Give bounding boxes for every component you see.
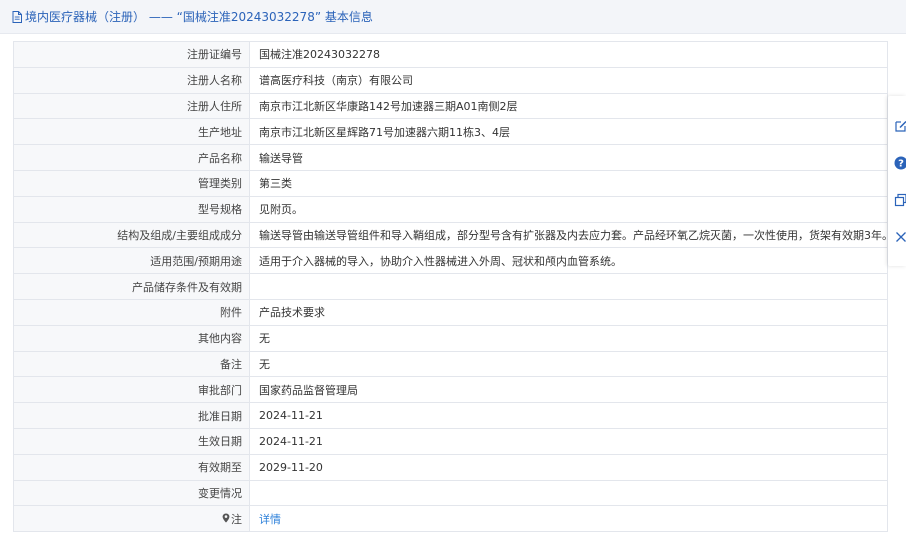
field-label: 批准日期 xyxy=(13,402,250,429)
field-label: 变更情况 xyxy=(13,479,250,507)
table-row: 批准日期 2024-11-21 xyxy=(13,402,888,429)
note-label-cell: 注 xyxy=(13,505,250,533)
field-label: 注册人住所 xyxy=(13,92,250,120)
note-row: 注 详情 xyxy=(13,505,888,533)
table-row: 其他内容 无 xyxy=(13,324,888,352)
field-value: 国家药品监督管理局 xyxy=(249,376,888,404)
field-value: 南京市江北新区华康路142号加速器三期A01南侧2层 xyxy=(249,92,888,120)
field-label: 生产地址 xyxy=(13,118,250,146)
field-label: 有效期至 xyxy=(13,453,250,481)
field-label: 审批部门 xyxy=(13,376,250,404)
help-icon[interactable]: ? xyxy=(894,156,906,170)
field-value: 适用于介入器械的导入，协助介入性器械进入外周、冠状和颅内血管系统。 xyxy=(249,247,888,275)
field-value: 2029-11-20 xyxy=(249,453,888,481)
field-label: 型号规格 xyxy=(13,195,250,223)
field-value: 无 xyxy=(249,350,888,378)
field-value: 第三类 xyxy=(249,169,888,197)
field-value xyxy=(249,273,888,300)
table-row: 审批部门 国家药品监督管理局 xyxy=(13,376,888,404)
field-value: 2024-11-21 xyxy=(249,427,888,455)
field-label: 适用范围/预期用途 xyxy=(13,247,250,275)
field-label: 产品储存条件及有效期 xyxy=(13,273,250,300)
table-row: 管理类别 第三类 xyxy=(13,169,888,197)
field-label: 附件 xyxy=(13,298,250,326)
registration-info-table: 注册证编号 国械注准20243032278 注册人名称 谱高医疗科技（南京）有限… xyxy=(13,41,888,533)
field-value: 2024-11-21 xyxy=(249,402,888,429)
field-value: 无 xyxy=(249,324,888,352)
table-row: 产品储存条件及有效期 xyxy=(13,273,888,300)
field-label: 结构及组成/主要组成成分 xyxy=(13,221,250,249)
field-label: 生效日期 xyxy=(13,427,250,455)
field-value xyxy=(249,479,888,507)
field-label: 其他内容 xyxy=(13,324,250,352)
table-row: 适用范围/预期用途 适用于介入器械的导入，协助介入性器械进入外周、冠状和颅内血管… xyxy=(13,247,888,275)
copy-icon[interactable] xyxy=(894,193,906,207)
svg-text:?: ? xyxy=(898,159,904,170)
field-value: 南京市江北新区星辉路71号加速器六期11栋3、4层 xyxy=(249,118,888,146)
field-label: 管理类别 xyxy=(13,169,250,197)
table-row: 备注 无 xyxy=(13,350,888,378)
page-header: 境内医疗器械（注册） —— “国械注准20243032278” 基本信息 xyxy=(0,0,906,34)
field-value: 国械注准20243032278 xyxy=(249,41,888,68)
field-label: 注册证编号 xyxy=(13,41,250,68)
document-icon xyxy=(12,10,22,23)
field-value: 谱高医疗科技（南京）有限公司 xyxy=(249,66,888,94)
field-value: 见附页。 xyxy=(249,195,888,223)
note-value-cell: 详情 xyxy=(249,505,888,533)
close-icon[interactable] xyxy=(894,230,906,244)
page-title: 境内医疗器械（注册） —— “国械注准20243032278” 基本信息 xyxy=(25,10,373,24)
field-value: 输送导管 xyxy=(249,144,888,171)
field-value: 输送导管由输送导管组件和导入鞘组成，部分型号含有扩张器及内去应力套。产品经环氧乙… xyxy=(249,221,888,249)
side-toolbar: ? xyxy=(888,96,906,266)
table-row: 注册证编号 国械注准20243032278 xyxy=(13,41,888,68)
table-row: 生产地址 南京市江北新区星辉路71号加速器六期11栋3、4层 xyxy=(13,118,888,146)
field-label: 产品名称 xyxy=(13,144,250,171)
edit-icon[interactable] xyxy=(894,119,906,133)
table-row: 变更情况 xyxy=(13,479,888,507)
pin-icon xyxy=(222,513,230,526)
table-row: 产品名称 输送导管 xyxy=(13,144,888,171)
table-row: 生效日期 2024-11-21 xyxy=(13,427,888,455)
table-row: 型号规格 见附页。 xyxy=(13,195,888,223)
table-row: 有效期至 2029-11-20 xyxy=(13,453,888,481)
table-row: 结构及组成/主要组成成分 输送导管由输送导管组件和导入鞘组成，部分型号含有扩张器… xyxy=(13,221,888,249)
details-link[interactable]: 详情 xyxy=(259,513,281,526)
field-value: 产品技术要求 xyxy=(249,298,888,326)
field-label: 备注 xyxy=(13,350,250,378)
table-row: 注册人名称 谱高医疗科技（南京）有限公司 xyxy=(13,66,888,94)
note-label: 注 xyxy=(231,512,242,526)
field-label: 注册人名称 xyxy=(13,66,250,94)
table-row: 注册人住所 南京市江北新区华康路142号加速器三期A01南侧2层 xyxy=(13,92,888,120)
table-row: 附件 产品技术要求 xyxy=(13,298,888,326)
